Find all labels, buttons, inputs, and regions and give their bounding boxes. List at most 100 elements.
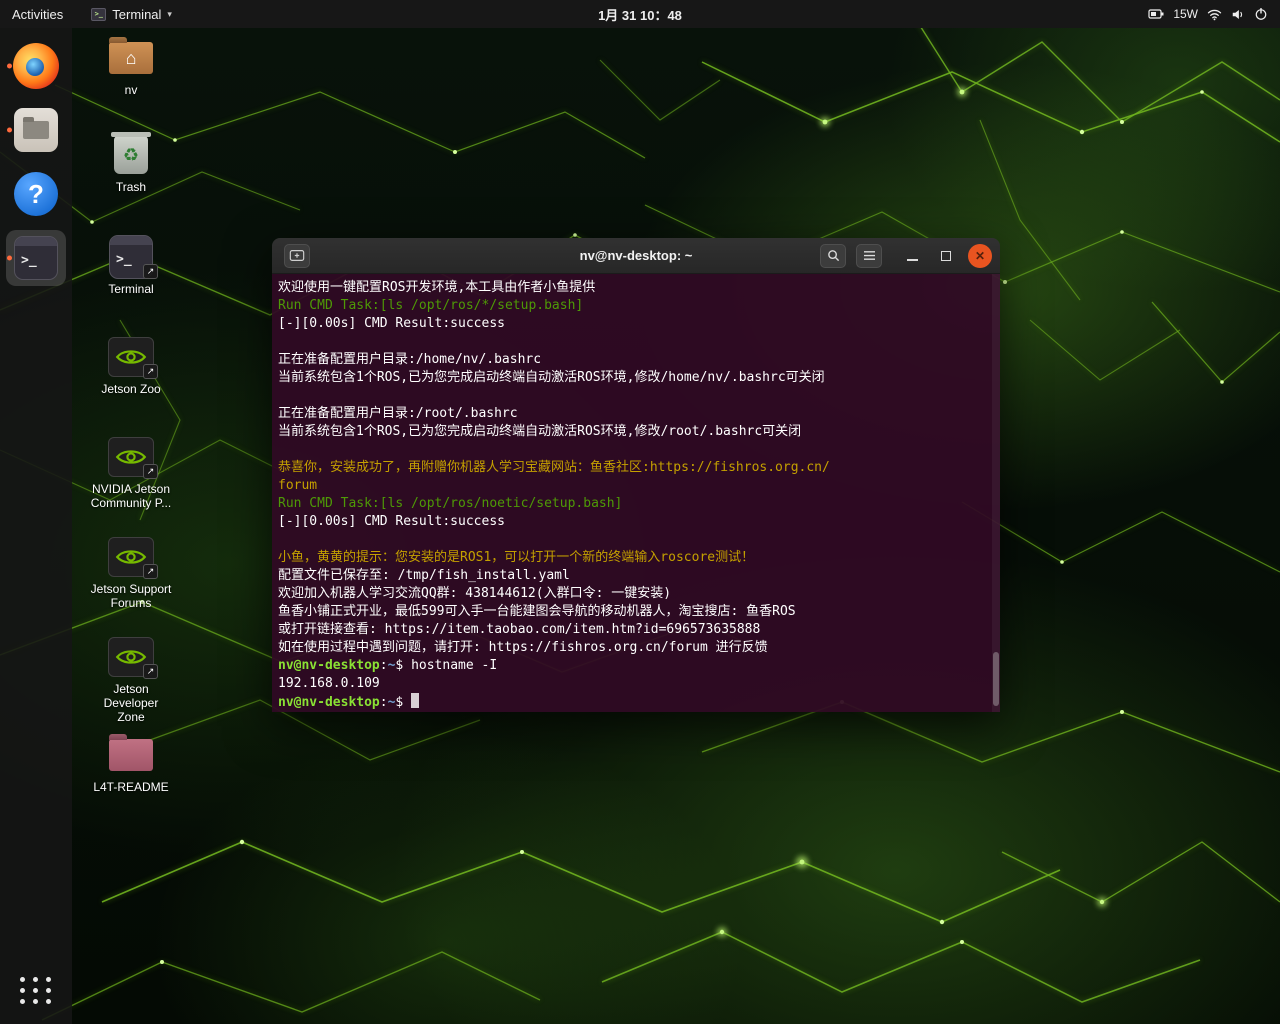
new-tab-button[interactable]: [284, 244, 310, 268]
terminal-text: nv@nv-desktop: [278, 658, 380, 673]
terminal-text: :: [380, 695, 388, 710]
terminal-prompt-glyph: >_: [116, 252, 132, 267]
home-icon: ⌂: [126, 48, 137, 69]
terminal-line: 如在使用过程中遇到问题，请打开: https://fishros.org.cn/…: [278, 639, 994, 657]
terminal-line: nv@nv-desktop:~$: [278, 693, 994, 711]
maximize-icon: [941, 251, 951, 261]
folder-icon: [109, 739, 153, 771]
terminal-text: 当前系统包含1个ROS,已为您完成启动终端自动激活ROS环境,修改/root/.…: [278, 424, 801, 439]
dock-terminal[interactable]: >_: [6, 230, 66, 286]
terminal-line: 欢迎使用一键配置ROS开发环境,本工具由作者小鱼提供: [278, 279, 994, 297]
terminal-cursor: [411, 693, 419, 708]
activities-button[interactable]: Activities: [0, 0, 75, 28]
power-mode-icon: [1148, 8, 1164, 20]
terminal-line: Run CMD Task:[ls /opt/ros/*/setup.bash]: [278, 297, 994, 315]
terminal-text: 欢迎使用一键配置ROS开发环境,本工具由作者小鱼提供: [278, 280, 595, 295]
desktop-icon-label: nv: [89, 83, 173, 97]
desktop-icon-nvidia-community[interactable]: ↗ NVIDIA Jetson Community P...: [89, 435, 173, 510]
close-button[interactable]: ✕: [968, 244, 992, 268]
terminal-window: nv@nv-desktop: ~ ✕ 欢迎使用一键配置ROS开发环境,本工具由作…: [272, 238, 1000, 712]
terminal-app-icon: >_: [91, 8, 106, 21]
terminal-line: [-][0.00s] CMD Result:success: [278, 513, 994, 531]
dock-help[interactable]: ?: [6, 166, 66, 222]
minimize-button[interactable]: [900, 244, 924, 268]
launcher-arrow-icon: ↗: [143, 264, 158, 279]
desktop-icon-l4t-readme[interactable]: L4T-README: [89, 733, 173, 794]
terminal-text: forum: [278, 478, 317, 493]
terminal-line: nv@nv-desktop:~$ hostname -I: [278, 657, 994, 675]
desktop-icon-terminal[interactable]: >_ ↗ Terminal: [89, 235, 173, 296]
wifi-icon: [1207, 8, 1222, 21]
terminal-line: 恭喜你，安装成功了，再附赠你机器人学习宝藏网站：鱼香社区:https://fis…: [278, 459, 994, 477]
desktop-icon-label: Terminal: [89, 282, 173, 296]
search-button[interactable]: [820, 244, 846, 268]
terminal-line: 正在准备配置用户目录:/home/nv/.bashrc: [278, 351, 994, 369]
system-tray[interactable]: 15W: [1148, 7, 1280, 21]
terminal-line: [278, 531, 994, 549]
show-applications-button[interactable]: [14, 971, 59, 1010]
chevron-down-icon: ▾: [167, 9, 172, 20]
terminal-line: 小鱼，黄黄的提示：您安装的是ROS1，可以打开一个新的终端输入roscore测试…: [278, 549, 994, 567]
terminal-line: [278, 333, 994, 351]
scrollbar-thumb[interactable]: [993, 652, 999, 706]
minimize-icon: [907, 259, 918, 261]
terminal-line: [278, 387, 994, 405]
terminal-line: 192.168.0.109: [278, 675, 994, 693]
app-menu[interactable]: >_ Terminal ▾: [79, 0, 184, 28]
desktop-icon-jetson-zoo[interactable]: ↗ Jetson Zoo: [89, 335, 173, 396]
dock-firefox[interactable]: [6, 38, 66, 94]
terminal-line: 正在准备配置用户目录:/root/.bashrc: [278, 405, 994, 423]
power-icon: [1254, 7, 1268, 21]
desktop-icon-jetson-support[interactable]: ↗ Jetson Support Forums: [89, 535, 173, 610]
desktop-icon-label: Jetson Support Forums: [89, 582, 173, 610]
desktop-icon-jetson-developer[interactable]: ↗ Jetson Developer Zone: [89, 635, 173, 724]
desktop-icon-label: L4T-README: [89, 780, 173, 794]
titlebar[interactable]: nv@nv-desktop: ~ ✕: [272, 238, 1000, 274]
terminal-line: 鱼香小铺正式开业，最低599可入手一台能建图会导航的移动机器人，淘宝搜店: 鱼香…: [278, 603, 994, 621]
terminal-line: 配置文件已保存至: /tmp/fish_install.yaml: [278, 567, 994, 585]
terminal-text: nv@nv-desktop: [278, 695, 380, 710]
launcher-arrow-icon: ↗: [143, 464, 158, 479]
terminal-line: [278, 441, 994, 459]
terminal-line: 或打开链接查看: https://item.taobao.com/item.ht…: [278, 621, 994, 639]
terminal-text: $: [395, 695, 411, 710]
desktop-icon-label: Jetson Developer Zone: [89, 682, 173, 724]
terminal-text: 恭喜你，安装成功了，再附赠你机器人学习宝藏网站：鱼香社区:https://fis…: [278, 460, 830, 475]
terminal-text: 192.168.0.109: [278, 676, 380, 691]
launcher-arrow-icon: ↗: [143, 364, 158, 379]
terminal-line: 当前系统包含1个ROS,已为您完成启动终端自动激活ROS环境,修改/root/.…: [278, 423, 994, 441]
launcher-arrow-icon: ↗: [143, 564, 158, 579]
terminal-text: 正在准备配置用户目录:/root/.bashrc: [278, 406, 518, 421]
help-icon: ?: [14, 172, 58, 216]
desktop-icon-trash[interactable]: ♻ Trash: [89, 133, 173, 194]
terminal-prompt-glyph: >_: [21, 253, 37, 268]
firefox-icon: [13, 43, 59, 89]
terminal-line: forum: [278, 477, 994, 495]
terminal-scrollbar[interactable]: [992, 274, 1000, 712]
terminal-text: 当前系统包含1个ROS,已为您完成启动终端自动激活ROS环境,修改/home/n…: [278, 370, 825, 385]
terminal-text: 正在准备配置用户目录:/home/nv/.bashrc: [278, 352, 541, 367]
home-folder-icon: ⌂: [109, 42, 153, 74]
desktop-icon-nv[interactable]: ⌂ nv: [89, 36, 173, 97]
dock: ? >_: [0, 28, 72, 1024]
running-indicator: [7, 256, 12, 261]
terminal-text: :: [380, 658, 388, 673]
trash-icon: ♻: [114, 136, 148, 174]
terminal-text: hostname -I: [411, 658, 497, 673]
terminal-output[interactable]: 欢迎使用一键配置ROS开发环境,本工具由作者小鱼提供 Run CMD Task:[…: [272, 274, 1000, 712]
maximize-button[interactable]: [934, 244, 958, 268]
terminal-text: [-][0.00s] CMD Result:success: [278, 316, 505, 331]
files-icon: [14, 108, 58, 152]
dock-files[interactable]: [6, 102, 66, 158]
question-glyph: ?: [28, 179, 44, 210]
activities-label: Activities: [12, 7, 63, 22]
terminal-icon: >_: [14, 236, 58, 280]
clock[interactable]: 1月 31 10：48: [598, 8, 682, 23]
terminal-line: 欢迎加入机器人学习交流QQ群: 438144612(入群口令: 一键安装): [278, 585, 994, 603]
terminal-text: $: [395, 658, 411, 673]
terminal-line: [-][0.00s] CMD Result:success: [278, 315, 994, 333]
recycle-icon: ♻: [123, 145, 139, 166]
menu-button[interactable]: [856, 244, 882, 268]
terminal-text: 如在使用过程中遇到问题，请打开: https://fishros.org.cn/…: [278, 640, 768, 655]
desktop-icon-label: NVIDIA Jetson Community P...: [89, 482, 173, 510]
